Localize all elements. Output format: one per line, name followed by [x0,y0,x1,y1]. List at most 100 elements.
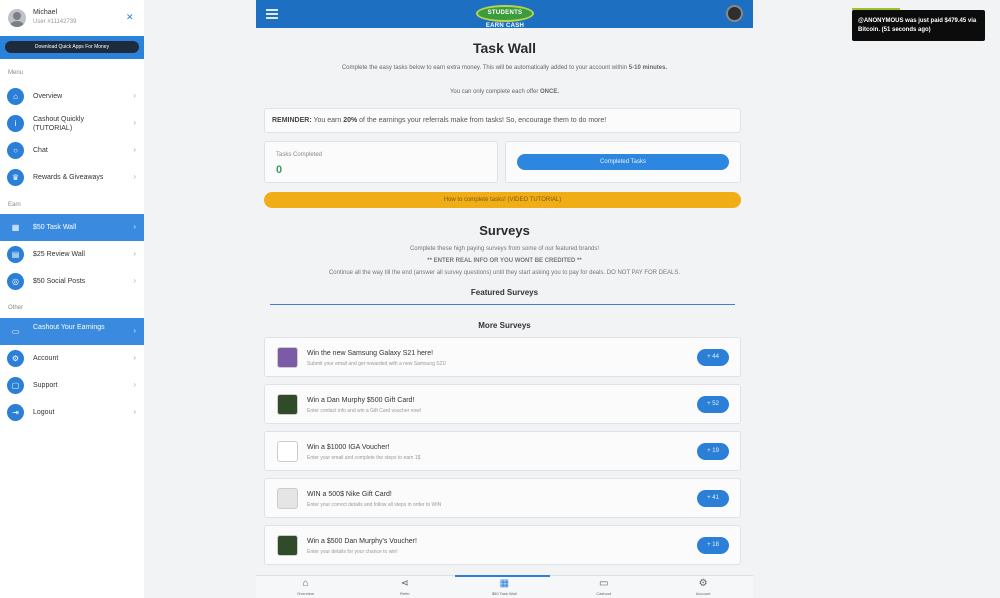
video-tutorial-button[interactable]: How to complete tasks! (VIDEO TUTORIAL) [264,192,741,208]
trophy-icon: ♛ [7,169,24,186]
sidebar-item-label: Account [33,355,59,362]
tasks-completed-card: Tasks Completed 0 [264,141,498,183]
sidebar-item-label: $50 Social Posts [33,278,86,285]
survey-reward-button[interactable]: + 44 [697,349,729,366]
chevron-right-icon: › [133,222,136,231]
sidebar-item-support[interactable]: ▢ Support › [0,372,144,399]
chevron-right-icon: › [133,249,136,258]
sidebar-item-label: Logout [33,409,55,416]
sidebar-item-cashout-quickly-tutorial[interactable]: i Cashout Quickly (TUTORIAL) › [0,110,144,137]
nav-item-50-task-wall[interactable]: ▦ $50 Task Wall [455,576,554,598]
user-id: User #11142739 [33,19,77,25]
sidebar-item-label: Overview [33,93,63,100]
toast-progress [852,8,900,10]
sidebar-item-label: Cashout Quickly (TUTORIAL) [33,116,84,132]
nav-item-refer[interactable]: ⋖ Refer [355,576,454,598]
download-apps-button[interactable]: Download Quick Apps For Money [5,41,139,53]
survey-reward-button[interactable]: + 41 [697,490,729,507]
document-icon: ▤ [7,246,24,263]
share-icon: ⋖ [400,578,410,589]
nav-label: Cashout [596,591,612,596]
chat-icon: ○ [7,142,24,159]
tasks-completed-value: 0 [276,164,283,176]
nike-card-icon [277,488,298,509]
sidebar-item-25-review-wall[interactable]: ▤ $25 Review Wall › [0,241,144,268]
sidebar-item-50-task-wall[interactable]: ▦ $50 Task Wall › [0,214,144,241]
sidebar-item-overview[interactable]: ⌂ Overview › [0,83,144,110]
survey-card[interactable]: Win the new Samsung Galaxy S21 here! Subm… [264,337,741,377]
user-name: Michael [33,9,58,16]
more-surveys-label: More Surveys [478,321,531,330]
toast-text: @ANONYMOUS was just paid $479.45 via Bit… [858,18,977,33]
iga-logo-icon [277,441,298,462]
chevron-right-icon: › [133,380,136,389]
sidebar-item-rewards-giveaways[interactable]: ♛ Rewards & Giveaways › [0,164,144,191]
survey-description: Enter your details for your chance to wi… [307,549,398,555]
home-icon: ⌂ [7,88,24,105]
survey-reward-button[interactable]: + 52 [697,396,729,413]
bottom-nav: ⌂ Overview ⋖ Refer ▦ $50 Task Wall ▭ Cashout ⚙ Ac… [256,575,753,598]
survey-description: Enter your correct details and follow al… [307,502,442,508]
nav-item-account[interactable]: ⚙ Account [654,576,753,598]
dan-murphys-icon [277,394,298,415]
user-avatar-icon[interactable] [726,5,743,22]
download-banner: Download Quick Apps For Money [0,36,144,59]
survey-description: Enter your email and complete the steps … [307,455,421,461]
sidebar: Michael User #11142739 ✕ Download Quick … [0,0,144,598]
sidebar-item-account[interactable]: ⚙ Account › [0,345,144,372]
section-other: Other [8,305,24,311]
chevron-right-icon: › [133,407,136,416]
survey-card[interactable]: WIN a 500$ Nike Gift Card! Enter your cor… [264,478,741,518]
sidebar-item-logout[interactable]: ⇥ Logout › [0,399,144,426]
surveys-warning: ** ENTER REAL INFO OR YOU WONT BE CREDIT… [427,258,582,264]
nav-label: Overview [297,591,314,596]
section-earn: Earn [8,202,21,208]
survey-title: Win the new Samsung Galaxy S21 here! [307,350,434,357]
chevron-right-icon: › [133,145,136,154]
avatar [8,9,26,27]
survey-reward-button[interactable]: + 19 [697,443,729,460]
samsung-phone-icon [277,347,298,368]
home-icon: ⌂ [302,578,309,589]
sidebar-item-label: Support [33,382,58,389]
referral-reminder: REMINDER: You earn 20% of the earnings y… [264,108,741,133]
surveys-title: Surveys [479,223,530,238]
chevron-right-icon: › [133,172,136,181]
gear-icon: ⚙ [698,578,708,589]
featured-surveys-label: Featured Surveys [470,288,539,297]
close-icon[interactable]: ✕ [126,12,134,23]
survey-description: Enter contact info and win a Gift Card v… [307,408,422,414]
sidebar-item-50-social-posts[interactable]: ◎ $50 Social Posts › [0,268,144,295]
completed-tasks-button[interactable]: Completed Tasks [517,154,729,170]
hamburger-menu-icon[interactable] [266,7,278,21]
wallet-icon: ▭ [598,578,609,589]
main-page: STUDENTS EARN CASH Task Wall Complete th… [144,0,1000,598]
survey-card[interactable]: Win a $1000 IGA Voucher! Enter your email… [264,431,741,471]
once-notice: You can only complete each offer ONCE. [449,89,560,95]
grid-icon: ▦ [11,223,20,232]
support-icon: ▢ [7,377,24,394]
site-logo[interactable]: STUDENTS EARN CASH [476,5,534,29]
survey-card[interactable]: Win a Dan Murphy $500 Gift Card! Enter co… [264,384,741,424]
survey-title: Win a $1000 IGA Voucher! [307,444,390,451]
nav-label: Account [695,591,711,596]
survey-title: Win a Dan Murphy $500 Gift Card! [307,397,415,404]
logout-icon: ⇥ [7,404,24,421]
chevron-right-icon: › [133,276,136,285]
chevron-right-icon: › [133,353,136,362]
payout-toast: @ANONYMOUS was just paid $479.45 via Bit… [852,8,985,41]
wallet-icon: ▭ [11,327,20,336]
info-icon: i [7,115,24,132]
survey-description: Submit your email and get rewarded with … [307,361,447,367]
nav-item-overview[interactable]: ⌂ Overview [256,576,355,598]
survey-card[interactable]: Win a $500 Dan Murphy's Voucher! Enter yo… [264,525,741,565]
sidebar-item-chat[interactable]: ○ Chat › [0,137,144,164]
survey-title: WIN a 500$ Nike Gift Card! [307,491,392,498]
sidebar-item-label: Rewards & Giveaways [33,174,104,181]
nav-label: $50 Task Wall [491,591,517,596]
surveys-subtitle: Complete these high paying surveys from … [409,246,600,252]
nav-item-cashout[interactable]: ▭ Cashout [554,576,653,598]
survey-reward-button[interactable]: + 18 [697,537,729,554]
sidebar-item-label: $25 Review Wall [33,251,85,258]
sidebar-item-cashout-your-earnings[interactable]: ▭ Cashout Your Earnings › [0,318,144,345]
